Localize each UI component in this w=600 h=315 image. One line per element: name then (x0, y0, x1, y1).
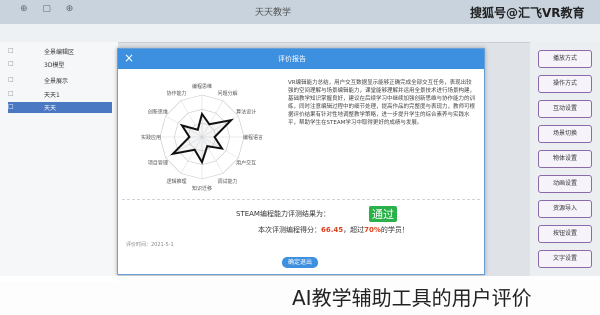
window-icons[interactable]: ⊕ ▢ ⊕ (20, 4, 79, 14)
radar-axis-label: 创新思维 (148, 109, 168, 116)
watermark: 搜狐号@汇飞VR教育 (470, 6, 585, 20)
radar-axis-label: 知识迁移 (192, 185, 212, 192)
close-icon[interactable]: × (124, 51, 134, 65)
side-button[interactable]: 场景切换 (538, 125, 592, 143)
tree-item-label: 3D模型 (44, 62, 65, 69)
pass-badge: 通过 (369, 206, 397, 222)
radar-axis-label: 算法设计 (236, 109, 256, 116)
radar-axis-label: 逻辑推理 (166, 178, 186, 185)
radar-axis-label: 调试能力 (217, 178, 237, 185)
radar-axis-label: 编程语言 (243, 134, 263, 141)
divider (122, 199, 480, 200)
score-line: 本次评测编程得分：66.45，超过70%的学员！ (258, 225, 409, 235)
side-button[interactable]: 动画设置 (538, 175, 592, 193)
side-button[interactable]: 物体设置 (538, 150, 592, 168)
tree-item-selected[interactable]: □ 天天 (8, 102, 112, 113)
side-button[interactable]: 按钮设置 (538, 225, 592, 243)
score-suffix: 的学员！ (380, 226, 409, 234)
confirm-exit-button[interactable]: 确定退出 (282, 257, 318, 268)
tree-item-label: 天天1 (44, 92, 60, 99)
dialog-title: 评价报告 (278, 55, 306, 63)
radar-chart: 编程思维问题分解算法设计编程语言用户交互调试能力知识迁移逻辑推理 项目管理 实践应用… (141, 83, 263, 192)
tree-item[interactable]: □ 全景展示 (8, 75, 112, 86)
tree-item-label: 全景编辑区 (44, 49, 75, 56)
score-value: 66.45 (321, 226, 344, 234)
score-percent: 70% (364, 226, 381, 234)
scene-tree-panel: □ 全景编辑区 □ 3D模型 □ 全景展示 □ 天天1 □ 天天 (0, 42, 118, 282)
score-mid: ，超过 (343, 226, 365, 234)
radar-axis-label: 实践应用 (141, 134, 161, 141)
radar-axis-label: 用户交互 (236, 160, 256, 167)
tree-item[interactable]: □ 全景编辑区 (8, 46, 112, 57)
node-icon: □ (8, 60, 14, 67)
radar-axis-label: 项目管理 (148, 160, 168, 167)
tree-item-label: 天天 (44, 105, 57, 112)
node-icon: □ (8, 47, 14, 54)
side-button[interactable]: 文字设置 (538, 250, 592, 268)
evaluation-paragraph: VR编辑能力总结，用户交互数据显示能够正确完成全部交互任务，表现出较强的空间理解… (288, 80, 476, 126)
radar-axis-label: 协作能力 (166, 90, 186, 97)
tree-item-label: 全景展示 (44, 78, 69, 85)
radar-axis-label: 问题分解 (217, 90, 237, 97)
side-button[interactable]: 操作方式 (538, 75, 592, 93)
side-button[interactable]: 互动设置 (538, 100, 592, 118)
radar-axis-label: 编程思维 (192, 83, 212, 90)
radar-series-shape (169, 111, 235, 165)
score-prefix: 本次评测编程得分： (258, 226, 321, 234)
app-title: 天天教学 (255, 8, 292, 18)
dialog-header: × 评价报告 (118, 49, 484, 69)
result-text: STEAM编程能力评测结果为： (236, 210, 330, 218)
evaluation-time: 评价时间：2021-5-1 (126, 242, 174, 248)
node-icon: □ (8, 90, 14, 97)
tree-item[interactable]: □ 3D模型 (8, 59, 112, 70)
node-icon: □ (8, 103, 14, 110)
side-button[interactable]: 资源导入 (538, 200, 592, 218)
side-button[interactable]: 播放方式 (538, 50, 592, 68)
toolbar (0, 24, 600, 43)
tree-item[interactable]: □ 天天1 (8, 89, 112, 100)
caption: AI教学辅助工具的用户评价 (292, 286, 532, 310)
evaluation-dialog: × 评价报告 编程思维 问题分解算法设计编程语言用户交互调试能力 知识迁移 逻辑推理 项… (117, 48, 485, 275)
node-icon: □ (8, 76, 14, 83)
